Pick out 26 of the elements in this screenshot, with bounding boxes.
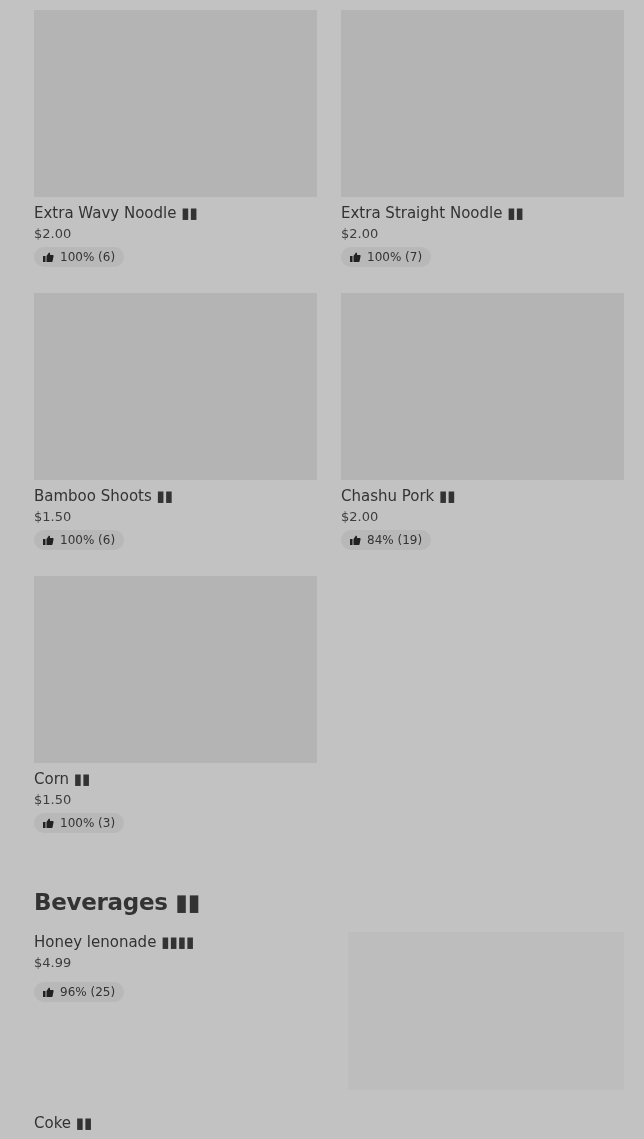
rating-badge: 96% (25) (34, 981, 125, 1002)
item-price: $2.00 (341, 508, 380, 526)
item-price: $2.00 (34, 225, 73, 243)
rating-badge: 100% (3) (34, 813, 125, 833)
item-price: $2.00 (341, 225, 380, 243)
item-price: $1.50 (34, 508, 73, 526)
item-price: $1.50 (34, 791, 73, 809)
item-name: Bamboo Shoots ▮▮ (34, 486, 175, 506)
item-name: Chashu Pork ▮▮ (341, 486, 457, 506)
item-name: Extra Straight Noodle ▮▮ (341, 203, 525, 223)
thumbs-up-icon (43, 986, 54, 997)
item-name: Coke ▮▮ (34, 1112, 94, 1134)
item-name: Honey lenonade ▮▮▮▮ (34, 931, 196, 952)
rating-badge: 100% (7) (341, 247, 432, 267)
section-heading: Beverages ▮▮ (34, 888, 202, 917)
item-name: Extra Wavy Noodle ▮▮ (34, 203, 199, 223)
thumbs-up-icon (43, 818, 54, 828)
thumbs-up-icon (350, 252, 361, 262)
rating-badge: 84% (19) (341, 530, 432, 550)
rating-badge: 100% (6) (34, 530, 125, 550)
thumbs-up-icon (43, 252, 54, 262)
item-name: Corn ▮▮ (34, 769, 92, 789)
thumbs-up-icon (43, 535, 54, 545)
thumbs-up-icon (350, 535, 361, 545)
item-price: $4.99 (34, 953, 73, 972)
rating-badge: 100% (6) (34, 247, 125, 267)
